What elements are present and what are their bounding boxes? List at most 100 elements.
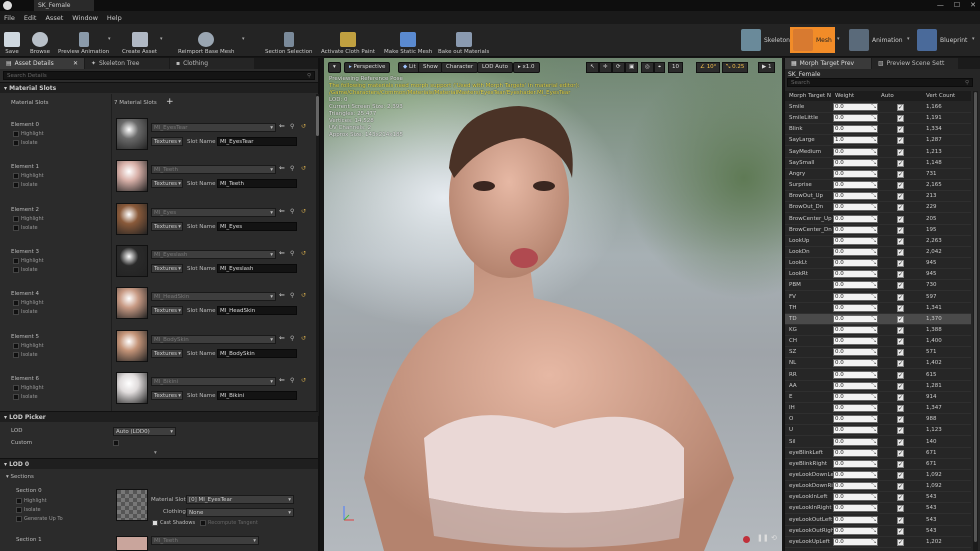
section1-material-dropdown[interactable]: MI_Teeth <box>151 536 259 545</box>
record-button[interactable] <box>743 536 750 543</box>
auto-checkbox[interactable]: ✓ <box>897 304 904 312</box>
grid-snap-value[interactable]: 10 <box>668 62 683 73</box>
sections-label[interactable]: ▾ Sections <box>6 474 34 480</box>
weight-slider[interactable]: 0.0 <box>833 404 878 413</box>
morph-target-row[interactable]: LookLt 0.0 ✓ 945 <box>785 258 971 270</box>
material-dropdown[interactable]: MI_Teeth <box>151 165 276 175</box>
material-dropdown[interactable]: MI_EyesTear <box>151 123 276 132</box>
section0-generate-up-to[interactable]: Generate Up To <box>16 516 63 522</box>
preview-animation-button[interactable]: Preview Animation <box>58 26 109 55</box>
weight-slider[interactable]: 0.0 <box>833 192 878 201</box>
textures-dropdown[interactable]: Textures <box>151 179 183 189</box>
section0-material-thumbnail[interactable] <box>116 489 148 521</box>
auto-checkbox[interactable]: ✓ <box>897 483 904 491</box>
auto-checkbox[interactable]: ✓ <box>897 226 904 234</box>
highlight-checkbox[interactable]: Highlight <box>13 131 44 137</box>
slot-name-input[interactable]: MI_EyesTear <box>217 137 297 146</box>
translate-icon[interactable]: ✛ <box>599 62 612 73</box>
morph-target-row[interactable]: eyeLookInRight 0.0 ✓ 543 <box>785 503 971 515</box>
menu-window[interactable]: Window <box>72 14 98 22</box>
weight-slider[interactable]: 0.0 <box>833 348 878 357</box>
select-mode-icon[interactable]: ↖ <box>586 62 599 73</box>
auto-checkbox[interactable]: ✓ <box>897 248 904 256</box>
morph-target-row[interactable]: Smile 0.0 ✓ 1,166 <box>785 102 971 113</box>
pause-icon[interactable]: ❚❚ <box>757 534 769 542</box>
use-selected-arrow-icon[interactable]: ⇐ <box>279 122 285 130</box>
surface-snap-icon[interactable]: ⌖ <box>654 62 666 73</box>
playback-speed-button[interactable]: ▸ x1.0 <box>513 62 540 73</box>
tab-skeleton-tree[interactable]: ✦ Skeleton Tree <box>85 58 169 69</box>
material-dropdown[interactable]: MI_Bikini <box>151 376 276 386</box>
browse-asset-icon[interactable]: ⚲ <box>290 165 294 172</box>
auto-checkbox[interactable]: ✓ <box>897 237 904 245</box>
morph-target-row[interactable]: eyeBlinkRight 0.0 ✓ 671 <box>785 459 971 470</box>
morph-target-row[interactable]: SayMedium 0.0 ✓ 1,213 <box>785 147 971 158</box>
section-selection-button[interactable]: Section Selection <box>265 26 313 55</box>
reset-to-default-icon[interactable]: ↺ <box>301 165 306 172</box>
morph-target-row[interactable]: BrowOut_Up 0.0 ✓ 213 <box>785 191 971 203</box>
weight-slider[interactable]: 0.0 <box>833 504 878 513</box>
chevron-down-icon[interactable]: ▾ <box>837 36 840 42</box>
camera-speed-value[interactable]: ▶ 1 <box>758 62 776 73</box>
highlight-checkbox[interactable]: Highlight <box>13 384 44 391</box>
weight-slider[interactable]: 0.0 <box>833 370 878 379</box>
world-local-icon[interactable]: ◎ <box>641 62 654 73</box>
weight-slider[interactable]: 0.0 <box>833 337 878 346</box>
morph-target-row[interactable]: KG 0.0 ✓ 1,388 <box>785 325 971 336</box>
morph-target-row[interactable]: LookDn 0.0 ✓ 2,042 <box>785 247 971 258</box>
morph-target-row[interactable]: AA 0.0 ✓ 1,281 <box>785 381 971 392</box>
auto-checkbox[interactable]: ✓ <box>897 327 904 334</box>
auto-checkbox[interactable]: ✓ <box>897 527 904 535</box>
material-thumbnail[interactable] <box>116 118 148 150</box>
weight-slider[interactable]: 0.0 <box>833 459 878 468</box>
auto-checkbox[interactable]: ✓ <box>897 460 904 468</box>
clothing-dropdown[interactable]: None <box>186 508 294 517</box>
add-icon[interactable]: + <box>166 97 174 107</box>
weight-slider[interactable]: 0.0 <box>833 493 878 502</box>
slot-name-input[interactable]: MI_Eyes <box>217 221 297 231</box>
material-dropdown[interactable]: MI_Eyes <box>151 207 276 217</box>
section0-highlight[interactable]: Highlight <box>16 498 47 504</box>
browse-asset-icon[interactable]: ⚲ <box>290 292 294 299</box>
morph-target-row[interactable]: NL 0.0 ✓ 1,402 <box>785 358 971 370</box>
isolate-checkbox[interactable]: Isolate <box>13 309 38 316</box>
search-details-input[interactable]: Search Details ⚲ <box>3 71 315 80</box>
isolate-checkbox[interactable]: Isolate <box>13 351 38 358</box>
weight-slider[interactable]: 0.0 <box>833 125 878 134</box>
slot-name-input[interactable]: MI_HeadSkin <box>217 306 297 316</box>
auto-checkbox[interactable]: ✓ <box>897 115 904 123</box>
menu-edit[interactable]: Edit <box>24 14 37 22</box>
tab-asset-details[interactable]: ▤ Asset Details ✕ <box>0 58 84 69</box>
morph-target-row[interactable]: eyeLookInLeft 0.0 ✓ 543 <box>785 492 971 504</box>
weight-slider[interactable]: 0.0 <box>833 437 878 446</box>
auto-checkbox[interactable]: ✓ <box>897 371 904 379</box>
auto-checkbox[interactable]: ✓ <box>897 538 904 546</box>
morph-target-row[interactable]: U 0.0 ✓ 1,123 <box>785 425 971 437</box>
morph-target-row[interactable]: Angry 0.0 ✓ 731 <box>785 169 971 180</box>
material-thumbnail[interactable] <box>116 371 148 404</box>
column-header-name[interactable]: Morph Target N <box>789 93 831 99</box>
weight-slider[interactable]: 0.0 <box>833 236 878 245</box>
morph-target-row[interactable]: eyeLookOutRight 0.0 ✓ 543 <box>785 526 971 537</box>
weight-slider[interactable]: 0.0 <box>833 326 878 334</box>
morph-target-row[interactable]: eyeBlinkLeft 0.0 ✓ 671 <box>785 448 971 459</box>
show-button[interactable]: Show <box>418 62 443 73</box>
auto-checkbox[interactable]: ✓ <box>897 438 904 446</box>
weight-slider[interactable]: 0.0 <box>833 281 878 290</box>
weight-slider[interactable]: 0.0 <box>833 181 878 190</box>
chevron-down-icon[interactable]: ▾ <box>160 36 163 42</box>
auto-checkbox[interactable]: ✓ <box>897 471 904 479</box>
textures-dropdown[interactable]: Textures <box>151 263 183 273</box>
tab-preview-scene-settings[interactable]: ▧ Preview Scene Sett <box>872 58 958 69</box>
material-thumbnail[interactable] <box>116 287 148 320</box>
material-dropdown[interactable]: MI_HeadSkin <box>151 292 276 302</box>
scale-icon[interactable]: ▣ <box>625 62 639 73</box>
material-thumbnail[interactable] <box>116 160 148 193</box>
isolate-checkbox[interactable]: Isolate <box>13 393 38 400</box>
slot-name-input[interactable]: MI_Bikini <box>217 390 297 400</box>
weight-slider[interactable]: 0.0 <box>833 537 878 546</box>
auto-checkbox[interactable]: ✓ <box>897 215 904 223</box>
cast-shadows-checkbox[interactable]: Cast Shadows <box>152 520 195 526</box>
perspective-button[interactable]: ▸ Perspective <box>344 62 391 73</box>
section0-isolate[interactable]: Isolate <box>16 507 41 513</box>
